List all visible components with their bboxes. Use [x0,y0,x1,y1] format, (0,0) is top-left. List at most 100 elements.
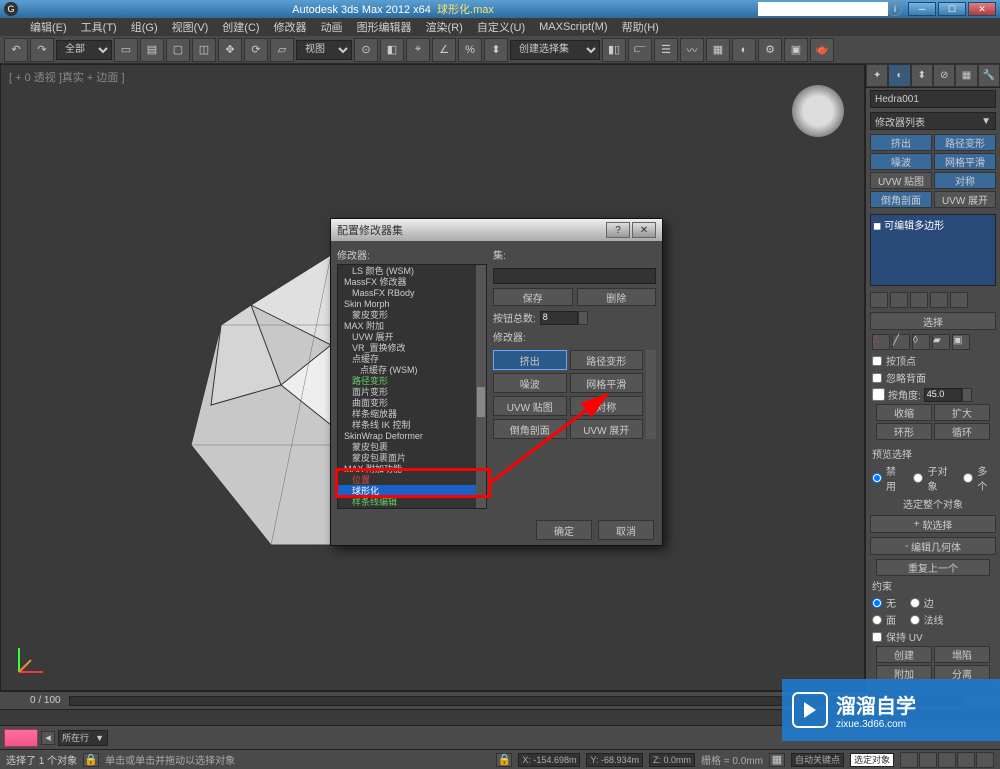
grid-btn-5[interactable]: 对称 [570,396,644,416]
redo-button[interactable]: ↷ [30,38,54,62]
ok-button[interactable]: 确定 [536,520,592,540]
modifier-list-item[interactable]: 松弛/细束 [338,507,476,509]
track-dropdown[interactable]: 所在行▼ [58,730,108,746]
display-tab[interactable]: ▦ [955,64,977,87]
material-editor-button[interactable]: ◐ [732,38,756,62]
preview-subobj-radio[interactable] [913,473,923,483]
quick-mod-2[interactable]: 噪波 [870,153,932,170]
select-by-name-button[interactable]: ▤ [140,38,164,62]
lock-icon[interactable]: 🔒 [83,753,99,767]
goto-end-button[interactable] [976,752,994,768]
rollout-editgeo[interactable]: - 编辑几何体 [870,537,996,555]
rollout-selection[interactable]: 选择 [870,312,996,330]
pivot-button[interactable]: ⊙ [354,38,378,62]
dialog-title-bar[interactable]: 配置修改器集 ? ✕ [331,219,662,241]
pin-stack-button[interactable] [870,292,888,308]
remove-modifier-button[interactable] [930,292,948,308]
shrink-button[interactable]: 收缩 [876,404,932,421]
quick-mod-0[interactable]: 挤出 [870,134,932,151]
menu-render[interactable]: 渲染(R) [426,19,463,35]
render-button[interactable]: 🫖 [810,38,834,62]
total-field[interactable]: 8 [540,311,578,325]
percent-snap-button[interactable]: % [458,38,482,62]
preview-disable-radio[interactable] [872,473,882,483]
border-so-button[interactable]: ◊ [912,334,930,350]
modifiers-listbox[interactable]: LS 颜色 (WSM)MassFX 修改器MassFX RBodySkin Mo… [337,264,487,509]
grid-icon[interactable]: ▦ [769,753,785,767]
object-name-field[interactable]: Hedra001 [870,90,996,108]
grid-btn-2[interactable]: 噪波 [493,373,567,393]
menu-edit[interactable]: 编辑(E) [30,19,67,35]
c-none-radio[interactable] [872,598,882,608]
quick-mod-6[interactable]: 倒角剖面 [870,191,932,208]
menu-maxscript[interactable]: MAXScript(M) [539,21,607,33]
schematic-button[interactable]: ▦ [706,38,730,62]
c-face-radio[interactable] [872,615,882,625]
preview-multi-radio[interactable] [963,473,973,483]
modifier-list-item[interactable]: 样条线 IK 控制 [338,419,476,430]
quick-mod-4[interactable]: UVW 贴图 [870,172,932,189]
keymode-dropdown[interactable]: 选定对象 [850,753,894,767]
total-spinner[interactable] [578,311,588,325]
menu-view[interactable]: 视图(V) [172,19,209,35]
polygon-so-button[interactable]: ▰ [932,334,950,350]
quick-mod-5[interactable]: 对称 [934,172,996,189]
by-angle-check[interactable] [872,388,885,401]
track-prev-icon[interactable]: ◂ [41,731,55,745]
ref-coord-select[interactable]: 视图 [296,40,352,60]
angle-spinner[interactable] [962,388,972,402]
grid-btn-1[interactable]: 路径变形 [570,350,644,370]
by-vertex-check[interactable] [872,356,882,366]
mirror-button[interactable]: ▮▯ [602,38,626,62]
y-coord[interactable]: Y: -68.934m [586,753,643,767]
loop-button[interactable]: 循环 [934,423,990,440]
cancel-button[interactable]: 取消 [598,520,654,540]
menu-group[interactable]: 组(G) [131,19,158,35]
angle-field[interactable]: 45.0 [924,388,962,402]
maximize-button[interactable]: ☐ [938,2,966,16]
x-coord[interactable]: X: -154.698m [518,753,580,767]
utilities-tab[interactable]: 🔧 [978,64,1000,87]
hierarchy-tab[interactable]: ⬍ [911,64,933,87]
grid-btn-3[interactable]: 网格平滑 [570,373,644,393]
window-crossing-button[interactable]: ◫ [192,38,216,62]
snap-button[interactable]: ⌖ [406,38,430,62]
play-button[interactable] [938,752,956,768]
rotate-button[interactable]: ⟳ [244,38,268,62]
create-tab[interactable]: ✦ [866,64,888,87]
collapse-button[interactable]: 塌陷 [934,646,990,663]
menu-modifier[interactable]: 修改器 [274,19,307,35]
minimize-button[interactable]: ─ [908,2,936,16]
grid-btn-0[interactable]: 挤出 [493,350,567,370]
render-frame-button[interactable]: ▣ [784,38,808,62]
modifier-list-item[interactable]: MassFX RBody [338,287,476,298]
menu-grapheditor[interactable]: 图形编辑器 [357,19,412,35]
scale-button[interactable]: ▱ [270,38,294,62]
quick-mod-1[interactable]: 路径变形 [934,134,996,151]
vertex-so-button[interactable]: ∴ [872,334,890,350]
element-so-button[interactable]: ▣ [952,334,970,350]
show-end-result-button[interactable] [890,292,908,308]
select-region-button[interactable]: ▢ [166,38,190,62]
listbox-scrollbar[interactable] [476,265,486,508]
edge-so-button[interactable]: ╱ [892,334,910,350]
quick-mod-3[interactable]: 网格平滑 [934,153,996,170]
angle-snap-button[interactable]: ∠ [432,38,456,62]
next-frame-button[interactable] [957,752,975,768]
z-coord[interactable]: Z: 0.0mm [649,753,695,767]
grid-btn-6[interactable]: 倒角剖面 [493,419,567,439]
track-box[interactable] [4,729,38,747]
create-button[interactable]: 创建 [876,646,932,663]
lock-sel-icon[interactable]: 🔒 [496,753,512,767]
dialog-close-button[interactable]: ✕ [632,222,656,238]
info-icon[interactable]: i [888,2,902,16]
grid-btn-7[interactable]: UVW 展开 [570,419,644,439]
preserve-uv-check[interactable] [872,632,882,642]
rollout-softsel[interactable]: + 软选择 [870,515,996,533]
menu-animation[interactable]: 动画 [321,19,343,35]
menu-help[interactable]: 帮助(H) [622,19,659,35]
dialog-help-button[interactable]: ? [606,222,630,238]
c-edge-radio[interactable] [910,598,920,608]
render-setup-button[interactable]: ⚙ [758,38,782,62]
search-input[interactable] [758,2,888,16]
